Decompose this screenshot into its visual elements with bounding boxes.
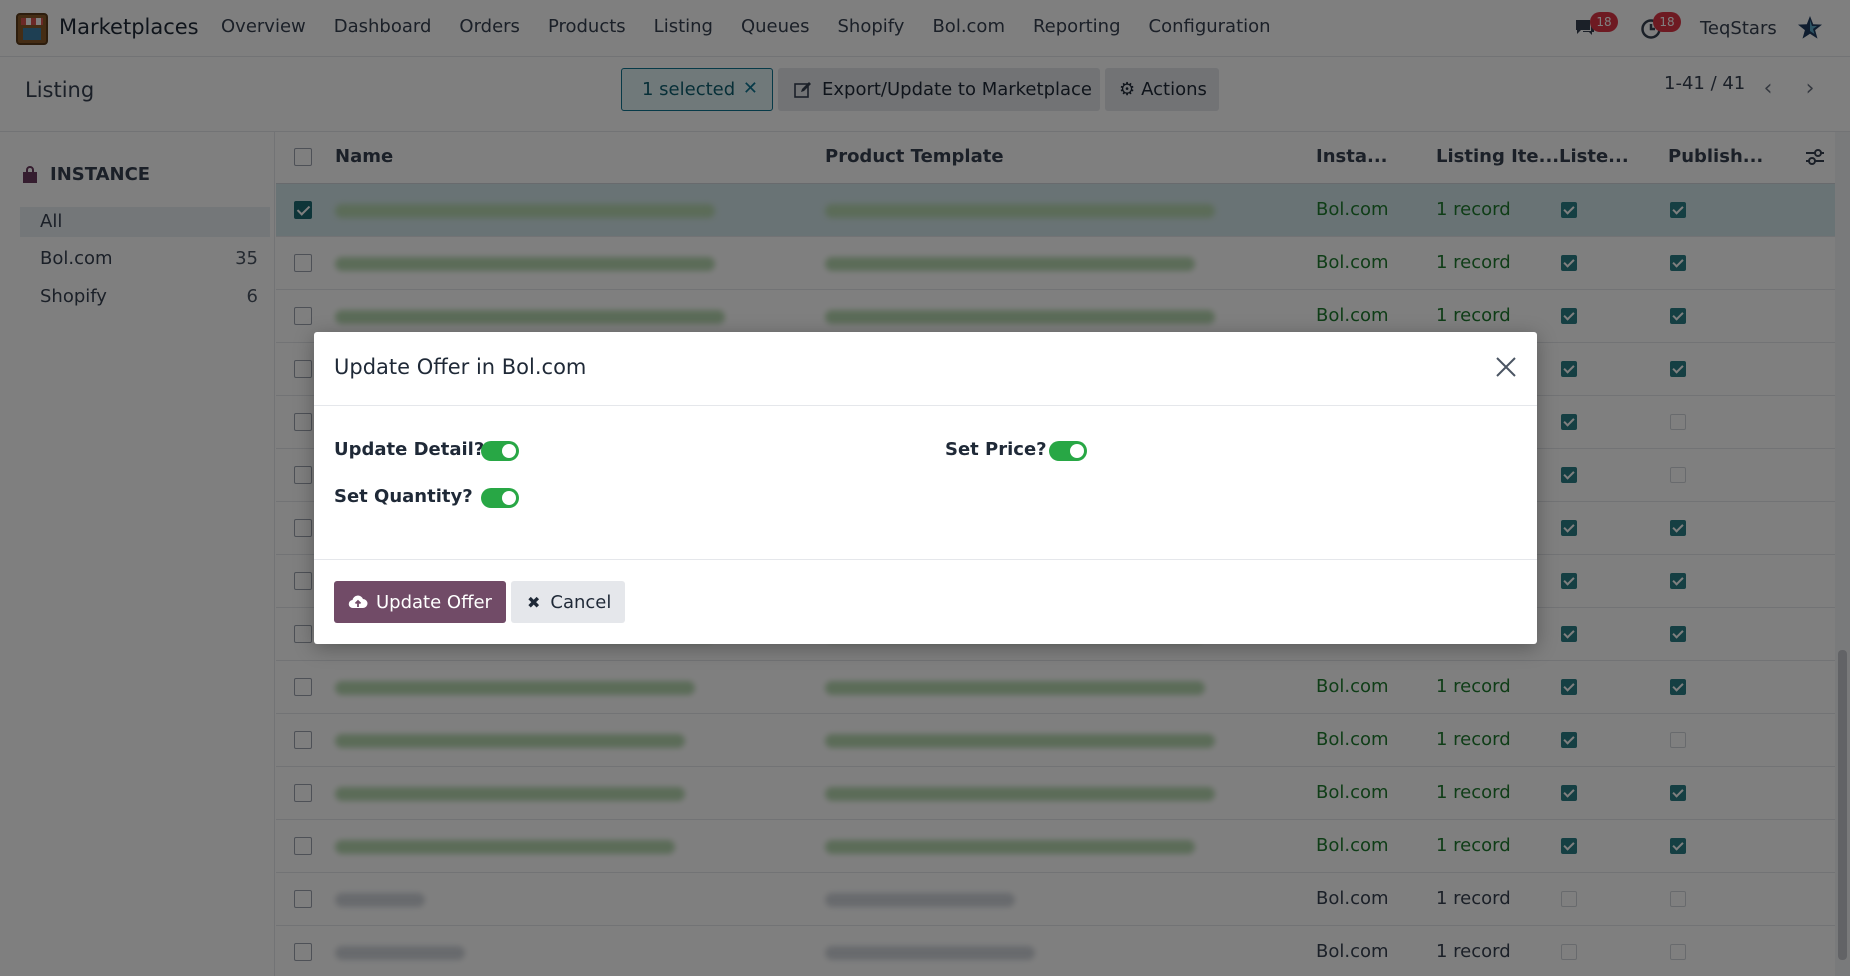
close-icon[interactable] xyxy=(1495,356,1517,378)
set-quantity-toggle[interactable] xyxy=(481,488,519,508)
update-detail-label: Update Detail? xyxy=(334,439,485,460)
set-quantity-label: Set Quantity? xyxy=(334,486,473,507)
divider xyxy=(314,405,1537,406)
cloud-upload-icon xyxy=(348,595,368,609)
set-price-toggle[interactable] xyxy=(1049,441,1087,461)
cancel-button[interactable]: ✖ Cancel xyxy=(511,581,625,623)
dialog-title: Update Offer in Bol.com xyxy=(334,355,587,379)
update-offer-label: Update Offer xyxy=(376,591,492,613)
set-price-label: Set Price? xyxy=(945,439,1047,460)
close-icon: ✖ xyxy=(527,592,541,612)
update-offer-button[interactable]: Update Offer xyxy=(334,581,506,623)
divider xyxy=(314,559,1537,560)
cancel-label: Cancel xyxy=(550,591,612,613)
update-offer-dialog: Update Offer in Bol.com Update Detail? S… xyxy=(314,332,1537,644)
update-detail-toggle[interactable] xyxy=(481,441,519,461)
